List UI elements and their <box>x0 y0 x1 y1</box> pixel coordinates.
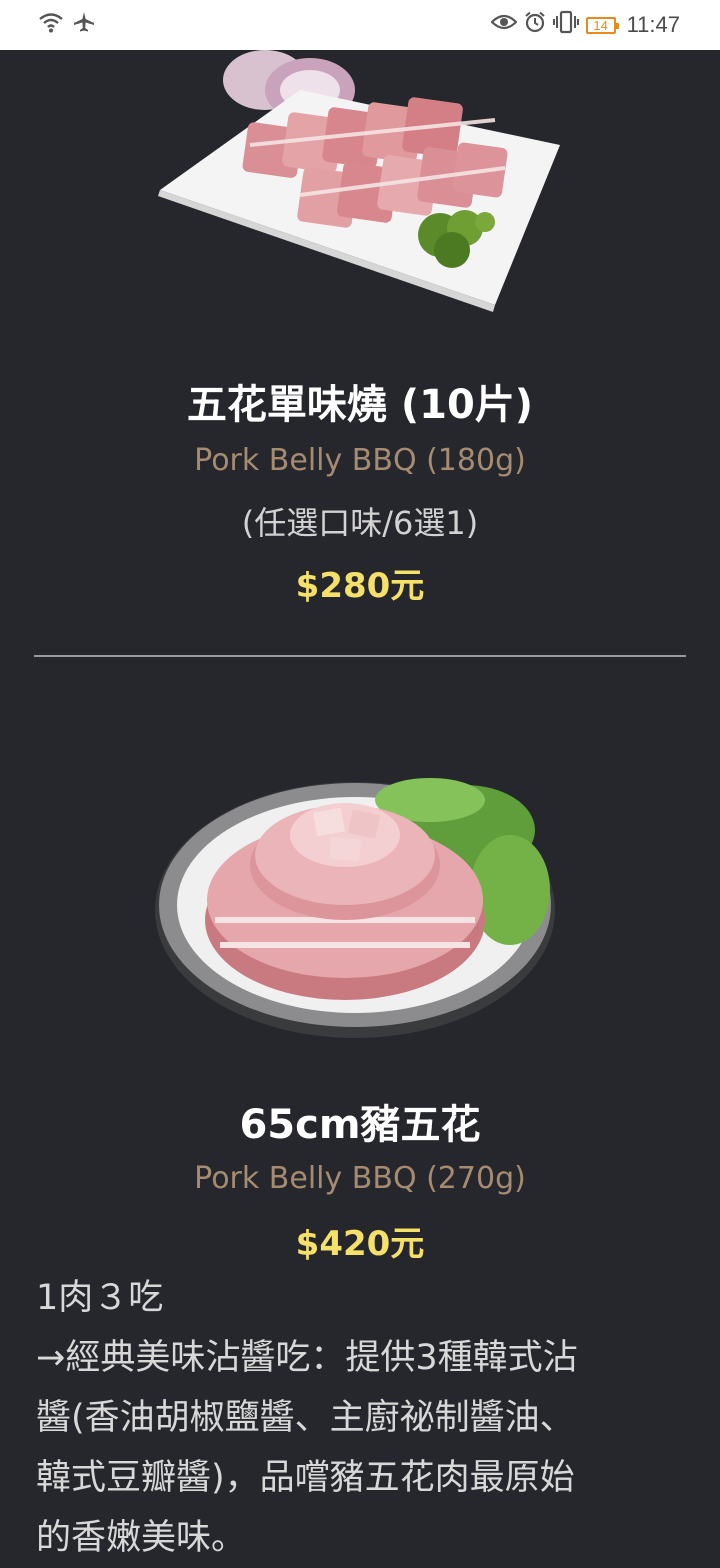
eye-icon <box>490 12 518 38</box>
status-bar: 14 11:47 <box>0 0 720 50</box>
description-line: →經典美味沾醬吃：提供3種韓式沾 <box>36 1338 578 1378</box>
status-time: 11:47 <box>626 12 680 37</box>
item-description: 1肉３吃 →經典美味沾醬吃：提供3種韓式沾 醬(香油胡椒鹽醬、主廚祕制醬油、 韓… <box>36 1268 686 1568</box>
item-subtitle-en: Pork Belly BBQ (180g) <box>194 443 526 478</box>
battery-level: 14 <box>593 17 608 33</box>
pork-belly-plate-image <box>150 50 570 320</box>
battery-icon: 14 <box>585 16 619 34</box>
divider <box>34 655 686 657</box>
description-line: 1肉３吃 <box>36 1278 164 1318</box>
item-price: $280元 <box>295 566 425 606</box>
item-title: 五花單味燒 (10片) <box>186 382 534 428</box>
alarm-icon <box>524 11 546 39</box>
description-line: 的香嫩美味。 <box>36 1518 247 1558</box>
pork-belly-spiral-image <box>155 760 565 1040</box>
description-line: 醬(香油胡椒鹽醬、主廚祕制醬油、 <box>36 1398 575 1438</box>
item-note: (任選口味/6選1) <box>241 504 479 542</box>
wifi-icon <box>38 11 64 39</box>
description-line: 韓式豆瓣醬)，品嚐豬五花肉最原始 <box>36 1458 575 1498</box>
item-subtitle-en: Pork Belly BBQ (270g) <box>194 1161 526 1196</box>
item-title: 65cm豬五花 <box>239 1102 481 1148</box>
airplane-icon <box>72 10 96 40</box>
item-price: $420元 <box>295 1224 425 1264</box>
vibrate-icon <box>552 10 579 40</box>
